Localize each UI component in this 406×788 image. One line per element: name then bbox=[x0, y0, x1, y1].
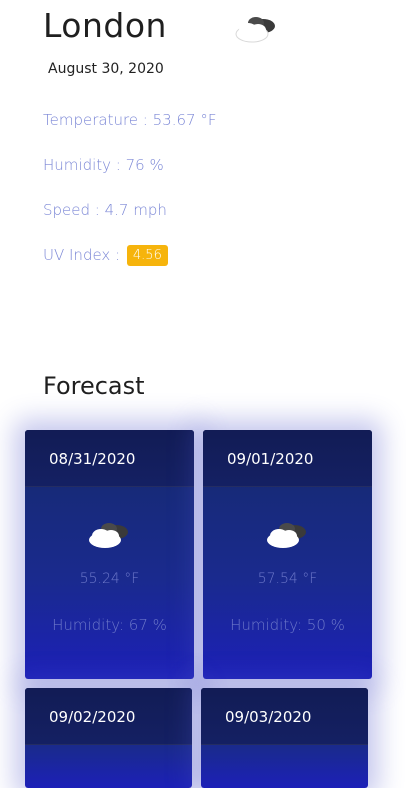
cloudy-icon bbox=[89, 523, 128, 548]
forecast-temperature: 55.24 °F bbox=[79, 571, 140, 587]
forecast-grid: 08/31/2020 55.24 °F Humidity: 67 % 09/01… bbox=[0, 0, 406, 788]
forecast-date: 09/03/2020 bbox=[225, 708, 312, 726]
forecast-temperature: 57.54 °F bbox=[257, 571, 318, 587]
forecast-humidity: Humidity: 50 % bbox=[230, 616, 345, 634]
forecast-card: 09/02/2020 bbox=[25, 688, 192, 788]
forecast-card-header: 09/01/2020 bbox=[203, 430, 372, 487]
forecast-date: 08/31/2020 bbox=[49, 450, 136, 468]
forecast-date: 09/01/2020 bbox=[227, 450, 314, 468]
forecast-card: 08/31/2020 55.24 °F Humidity: 67 % bbox=[25, 430, 194, 679]
forecast-card-header: 09/03/2020 bbox=[201, 688, 368, 745]
cloudy-icon bbox=[267, 523, 306, 548]
forecast-humidity: Humidity: 67 % bbox=[52, 616, 167, 634]
forecast-date: 09/02/2020 bbox=[49, 708, 136, 726]
forecast-card-header: 09/02/2020 bbox=[25, 688, 192, 745]
forecast-card-header: 08/31/2020 bbox=[25, 430, 194, 487]
forecast-card: 09/03/2020 bbox=[201, 688, 368, 788]
forecast-card: 09/01/2020 57.54 °F Humidity: 50 % bbox=[203, 430, 372, 679]
